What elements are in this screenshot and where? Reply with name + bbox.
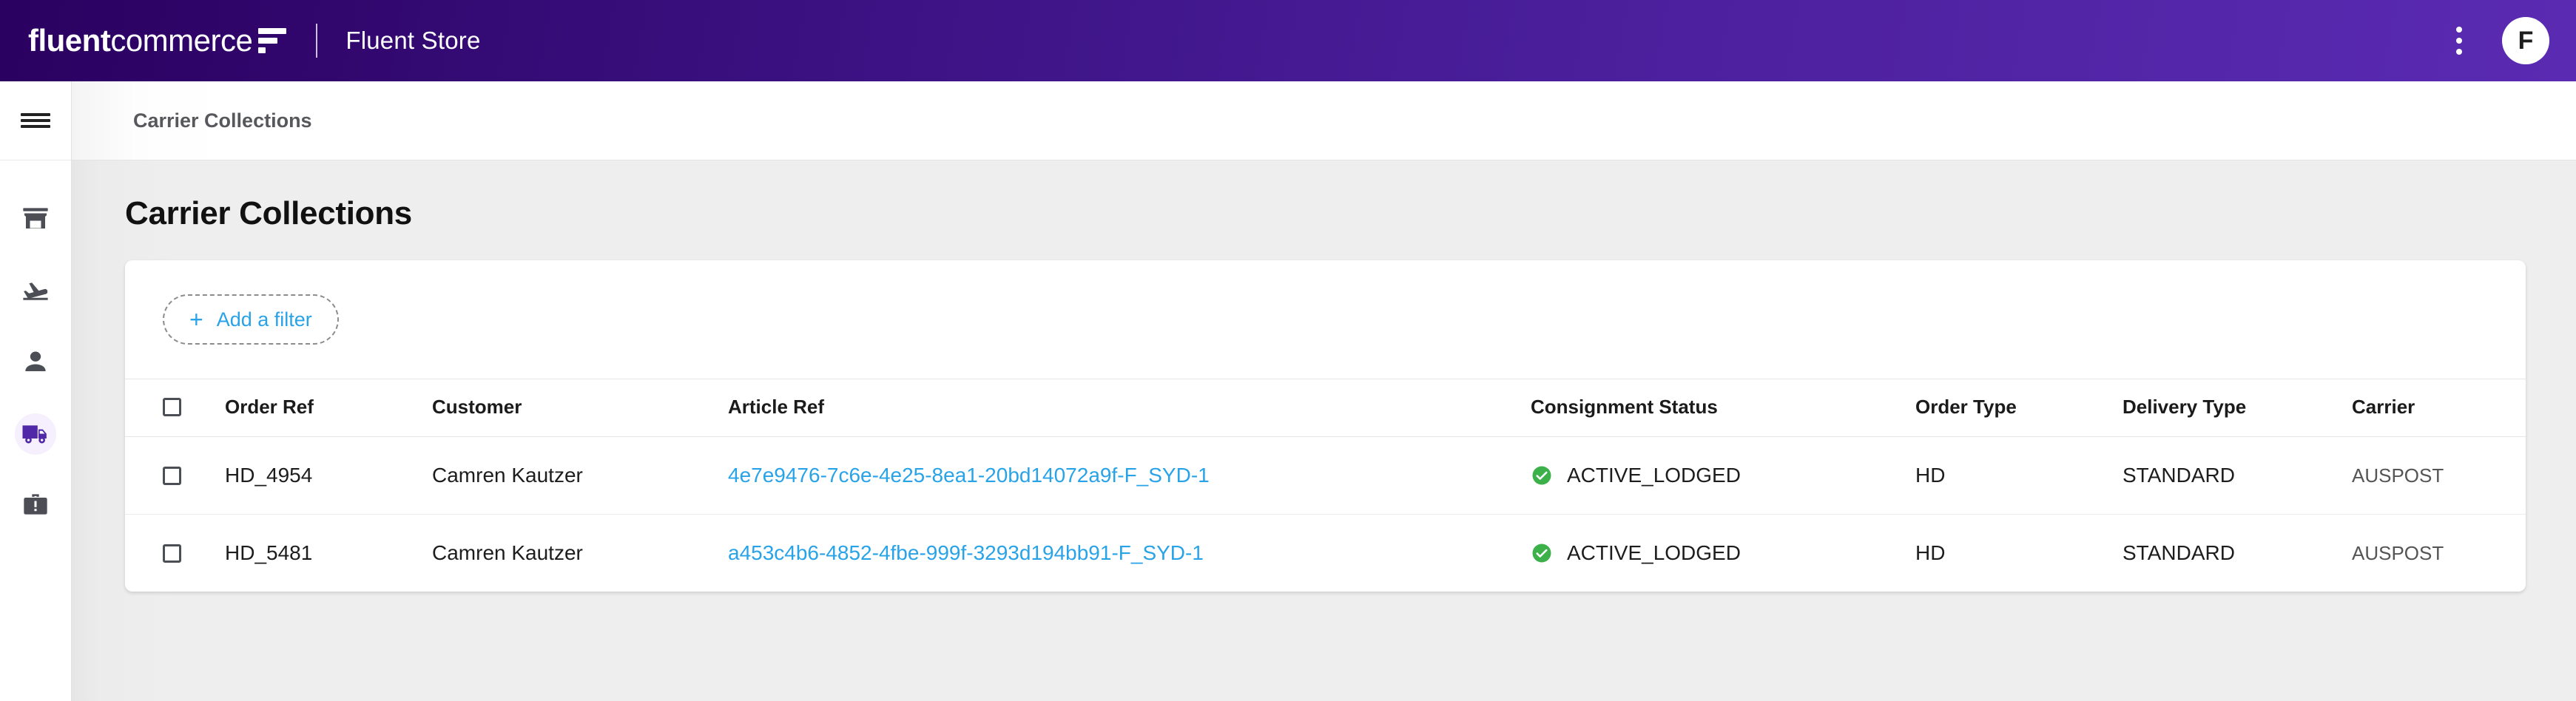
kebab-menu-icon[interactable] — [2449, 21, 2469, 61]
brand-logo-light: commerce — [110, 23, 252, 58]
cell-carrier: AUSPOST — [2352, 437, 2526, 515]
store-icon — [15, 198, 56, 240]
select-all-header — [125, 379, 225, 437]
row-checkbox[interactable] — [163, 467, 181, 485]
cell-consignment-status: ACTIVE_LODGED — [1531, 515, 1915, 592]
plus-icon: + — [189, 308, 203, 331]
hamburger-icon[interactable] — [0, 81, 71, 160]
check-circle-icon — [1531, 464, 1553, 487]
brand-logo[interactable]: fluentcommerce — [28, 23, 286, 58]
sidebar — [0, 81, 72, 701]
select-all-checkbox[interactable] — [163, 398, 181, 416]
cell-order-type: HD — [1915, 515, 2122, 592]
cell-delivery-type: STANDARD — [2122, 437, 2352, 515]
brand-logo-bold: fluent — [28, 23, 110, 58]
page-title: Carrier Collections — [125, 195, 2576, 232]
article-ref-link[interactable]: a453c4b6-4852-4fbe-999f-3293d194bb91-F_S… — [728, 541, 1204, 564]
status-label: ACTIVE_LODGED — [1567, 541, 1741, 565]
column-header-order-ref[interactable]: Order Ref — [225, 379, 432, 437]
truck-icon — [15, 413, 56, 455]
sidebar-item-customers[interactable] — [0, 326, 71, 398]
row-select-cell — [125, 437, 225, 515]
cell-delivery-type: STANDARD — [2122, 515, 2352, 592]
column-header-consignment-status[interactable]: Consignment Status — [1531, 379, 1915, 437]
sidebar-item-store[interactable] — [0, 183, 71, 254]
topbar-actions: F — [2449, 17, 2549, 64]
brand-logo-text: fluentcommerce — [28, 23, 252, 58]
cell-order-ref: HD_4954 — [225, 437, 432, 515]
column-header-carrier[interactable]: Carrier — [2352, 379, 2526, 437]
breadcrumb-bar: Carrier Collections — [72, 81, 2576, 160]
sidebar-item-exceptions[interactable] — [0, 470, 71, 541]
table-body: HD_4954 Camren Kautzer 4e7e9476-7c6e-4e2… — [125, 437, 2526, 592]
column-header-customer[interactable]: Customer — [432, 379, 728, 437]
avatar[interactable]: F — [2502, 17, 2549, 64]
cell-consignment-status: ACTIVE_LODGED — [1531, 437, 1915, 515]
cell-article-ref: 4e7e9476-7c6e-4e25-8ea1-20bd14072a9f-F_S… — [728, 437, 1531, 515]
check-circle-icon — [1531, 542, 1553, 564]
cell-order-type: HD — [1915, 437, 2122, 515]
flight-landing-icon — [15, 270, 56, 311]
table-row[interactable]: HD_4954 Camren Kautzer 4e7e9476-7c6e-4e2… — [125, 437, 2526, 515]
three-bars-logo-mark-icon — [258, 28, 286, 53]
sidebar-item-carrier-collections[interactable] — [0, 398, 71, 470]
cell-customer: Camren Kautzer — [432, 515, 728, 592]
main-content: Carrier Collections + Add a filter Order… — [72, 160, 2576, 701]
article-ref-link[interactable]: 4e7e9476-7c6e-4e25-8ea1-20bd14072a9f-F_S… — [728, 464, 1210, 487]
cell-carrier: AUSPOST — [2352, 515, 2526, 592]
table-row[interactable]: HD_5481 Camren Kautzer a453c4b6-4852-4fb… — [125, 515, 2526, 592]
carrier-collections-table: Order Ref Customer Article Ref Consignme… — [125, 379, 2526, 592]
add-filter-label: Add a filter — [217, 308, 312, 331]
cell-customer: Camren Kautzer — [432, 437, 728, 515]
topbar-divider — [316, 24, 317, 58]
row-select-cell — [125, 515, 225, 592]
add-filter-button[interactable]: + Add a filter — [163, 294, 339, 345]
row-checkbox[interactable] — [163, 544, 181, 563]
carrier-collections-card: + Add a filter Order Ref Customer Articl… — [125, 260, 2526, 592]
column-header-delivery-type[interactable]: Delivery Type — [2122, 379, 2352, 437]
status-label: ACTIVE_LODGED — [1567, 464, 1741, 487]
breadcrumb[interactable]: Carrier Collections — [133, 109, 312, 132]
table-header-row: Order Ref Customer Article Ref Consignme… — [125, 379, 2526, 437]
filter-bar: + Add a filter — [125, 260, 2526, 379]
sidebar-item-inbound[interactable] — [0, 254, 71, 326]
cell-order-ref: HD_5481 — [225, 515, 432, 592]
cell-article-ref: a453c4b6-4852-4fbe-999f-3293d194bb91-F_S… — [728, 515, 1531, 592]
sidebar-nav — [0, 160, 71, 541]
table-header: Order Ref Customer Article Ref Consignme… — [125, 379, 2526, 437]
column-header-article-ref[interactable]: Article Ref — [728, 379, 1531, 437]
top-bar: fluentcommerce Fluent Store F — [0, 0, 2576, 81]
store-name: Fluent Store — [345, 27, 480, 55]
person-icon — [15, 342, 56, 383]
briefcase-alert-icon — [15, 485, 56, 526]
column-header-order-type[interactable]: Order Type — [1915, 379, 2122, 437]
